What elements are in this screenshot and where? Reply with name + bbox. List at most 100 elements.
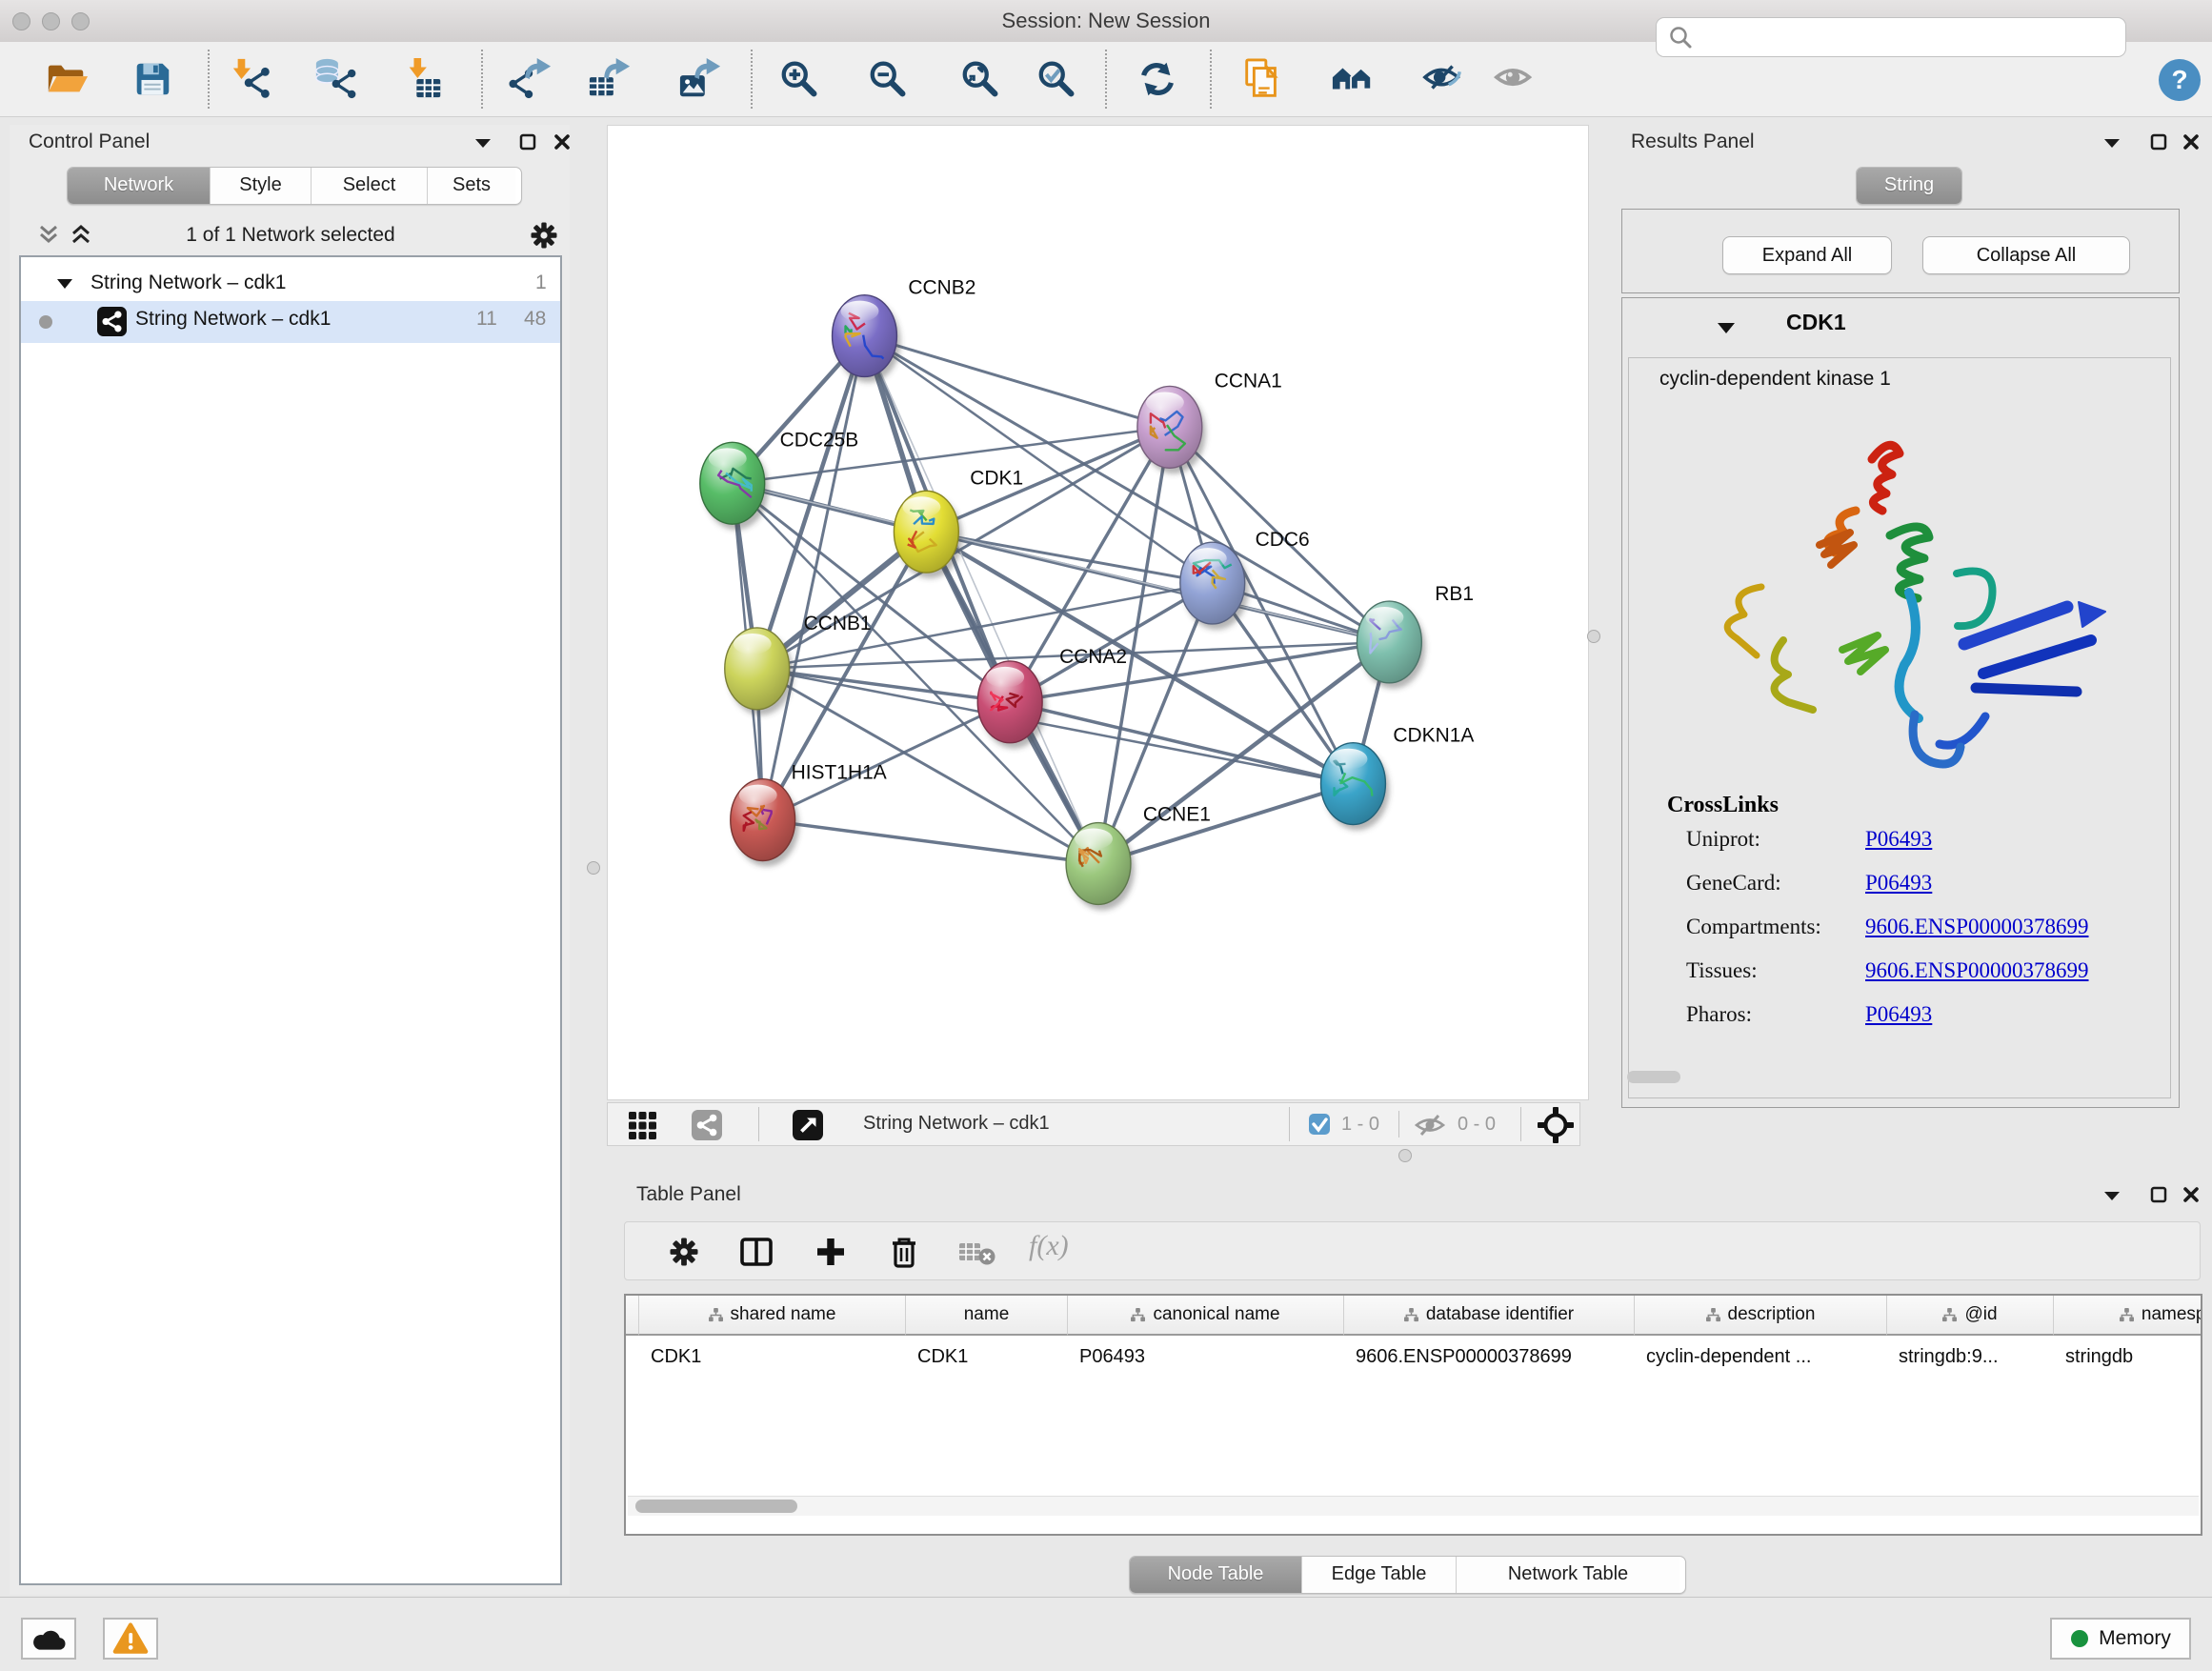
edge-HIST1H1A-CCNE1[interactable] xyxy=(763,820,1098,864)
search-input[interactable] xyxy=(1700,26,2125,50)
control-panel-float-button[interactable] xyxy=(518,132,537,156)
network-badge-icon[interactable] xyxy=(692,1110,722,1145)
delete-column-trash-icon[interactable] xyxy=(886,1234,922,1275)
export-image-button[interactable] xyxy=(678,57,722,101)
search-field[interactable] xyxy=(1656,17,2126,57)
right-splitter-handle[interactable] xyxy=(1587,630,1600,643)
open-view-icon[interactable] xyxy=(793,1110,823,1145)
warnings-button[interactable] xyxy=(103,1618,158,1660)
function-builder-icon[interactable]: f(x) xyxy=(1029,1230,1069,1262)
node-CDKN1A[interactable]: CDKN1A xyxy=(1321,725,1475,831)
zoom-selected-button[interactable] xyxy=(1036,57,1079,101)
table-cell[interactable]: cyclin-dependent ... xyxy=(1635,1336,1887,1378)
expand-all-networks-icon[interactable] xyxy=(36,222,61,252)
table-panel-menu-button[interactable] xyxy=(2101,1187,2122,1209)
grid-view-icon[interactable] xyxy=(629,1112,657,1145)
results-panel-float-button[interactable] xyxy=(2149,132,2168,156)
node-CCNE1[interactable]: CCNE1 xyxy=(1066,804,1211,911)
node-CDC6[interactable]: CDC6 xyxy=(1180,529,1310,630)
expand-all-button[interactable]: Expand All xyxy=(1722,236,1892,274)
control-panel-close-button[interactable] xyxy=(553,132,572,156)
open-session-button[interactable] xyxy=(45,57,89,101)
edge-CCNB2-CCNE1[interactable] xyxy=(864,336,1098,864)
save-session-button[interactable] xyxy=(131,57,174,101)
tab-node-table[interactable]: Node Table xyxy=(1130,1557,1302,1593)
zoom-in-button[interactable] xyxy=(778,57,822,101)
table-cell[interactable]: CDK1 xyxy=(639,1336,906,1378)
selected-checkbox-icon[interactable] xyxy=(1309,1114,1331,1140)
import-network-from-file-button[interactable] xyxy=(230,57,273,101)
show-hide-graphics-details-button[interactable] xyxy=(1421,57,1465,101)
fit-content-button[interactable] xyxy=(959,57,1003,101)
horizontal-scroll-thumb[interactable] xyxy=(1627,1071,1680,1083)
tab-string[interactable]: String xyxy=(1857,168,1961,204)
crosslink-value[interactable]: P06493 xyxy=(1865,871,1932,896)
tab-network-table[interactable]: Network Table xyxy=(1457,1557,1679,1593)
edge-CCNB2-RB1[interactable] xyxy=(864,336,1389,642)
tab-sets[interactable]: Sets xyxy=(428,168,515,204)
column-header-namespace[interactable]: namespace xyxy=(2054,1296,2202,1336)
scrollbar-thumb[interactable] xyxy=(635,1500,797,1513)
birds-eye-toggle-icon[interactable] xyxy=(1538,1107,1574,1148)
results-panel-menu-button[interactable] xyxy=(2101,134,2122,156)
tab-style[interactable]: Style xyxy=(211,168,312,204)
control-panel-menu-button[interactable] xyxy=(473,134,493,156)
table-cell[interactable]: P06493 xyxy=(1068,1336,1344,1378)
entry-collapse-triangle-icon[interactable] xyxy=(1716,319,1737,336)
table-horizontal-scrollbar[interactable] xyxy=(628,1496,2199,1516)
import-table-from-file-button[interactable] xyxy=(402,57,446,101)
edge-CDKN1A-CCNE1[interactable] xyxy=(1098,784,1353,864)
table-panel-float-button[interactable] xyxy=(2149,1185,2168,1209)
table-settings-gear-icon[interactable] xyxy=(667,1235,701,1274)
network-options-gear-icon[interactable] xyxy=(529,220,559,255)
crosslink-value[interactable]: P06493 xyxy=(1865,827,1932,852)
node-RB1[interactable]: RB1 xyxy=(1357,583,1474,689)
delete-table-icon[interactable] xyxy=(958,1239,996,1273)
crosslink-value[interactable]: 9606.ENSP00000378699 xyxy=(1865,958,2089,983)
open-in-browser-button[interactable] xyxy=(1331,57,1375,101)
table-cell[interactable]: 9606.ENSP00000378699 xyxy=(1344,1336,1635,1378)
collapse-all-button[interactable]: Collapse All xyxy=(1922,236,2130,274)
table-panel-close-button[interactable] xyxy=(2182,1185,2201,1209)
network-row-selected[interactable]: String Network – cdk1 11 48 xyxy=(21,301,560,343)
column-header-description[interactable]: description xyxy=(1635,1296,1887,1336)
column-header-database-identifier[interactable]: database identifier xyxy=(1344,1296,1635,1336)
column-header-name[interactable]: name xyxy=(906,1296,1068,1336)
left-splitter-handle[interactable] xyxy=(587,861,600,875)
export-table-button[interactable] xyxy=(588,57,632,101)
column-header-canonical-name[interactable]: canonical name xyxy=(1068,1296,1344,1336)
toggle-bird-eye-view-button[interactable] xyxy=(1493,57,1537,101)
table-row[interactable]: CDK1CDK1P064939606.ENSP00000378699cyclin… xyxy=(626,1336,2202,1378)
network-canvas[interactable]: CCNB2 CCNA1 CDC25B CDK1 CDC6 RB1 xyxy=(607,125,1589,1100)
node-HIST1H1A[interactable]: HIST1H1A xyxy=(731,762,887,867)
hidden-eye-slash-icon[interactable] xyxy=(1414,1111,1446,1144)
crosslink-value[interactable]: P06493 xyxy=(1865,1002,1932,1027)
collapse-all-networks-icon[interactable] xyxy=(69,222,93,252)
column-header-id[interactable]: @id xyxy=(1887,1296,2054,1336)
add-column-icon[interactable] xyxy=(814,1235,848,1274)
tab-edge-table[interactable]: Edge Table xyxy=(1302,1557,1457,1593)
tab-select[interactable]: Select xyxy=(312,168,428,204)
crosslink-value[interactable]: 9606.ENSP00000378699 xyxy=(1865,915,2089,939)
tab-network[interactable]: Network xyxy=(68,168,211,204)
help-button[interactable]: ? xyxy=(2159,59,2201,101)
edge-CCNB2-HIST1H1A[interactable] xyxy=(763,336,865,820)
edge-CCNA2-CDKN1A[interactable] xyxy=(1010,702,1353,784)
results-panel-close-button[interactable] xyxy=(2182,132,2201,156)
edge-CCNB2-CCNA1[interactable] xyxy=(864,336,1169,428)
node-CCNA1[interactable]: CCNA1 xyxy=(1137,370,1282,473)
cloud-button[interactable] xyxy=(21,1618,76,1660)
table-cell[interactable]: stringdb:9... xyxy=(1887,1336,2054,1378)
export-network-button[interactable] xyxy=(509,57,553,101)
memory-button[interactable]: Memory xyxy=(2050,1618,2191,1660)
zoom-out-button[interactable] xyxy=(867,57,911,101)
table-cell[interactable]: stringdb xyxy=(2054,1336,2202,1378)
node-CCNA2[interactable]: CCNA2 xyxy=(977,646,1127,749)
copy-button[interactable] xyxy=(1240,57,1284,101)
column-header-shared-name[interactable]: shared name xyxy=(639,1296,906,1336)
node-CCNB2[interactable]: CCNB2 xyxy=(833,277,976,383)
import-network-from-database-button[interactable] xyxy=(313,57,357,101)
refresh-view-button[interactable] xyxy=(1136,57,1179,101)
collapse-triangle-icon[interactable] xyxy=(55,276,74,292)
horizontal-splitter-handle[interactable] xyxy=(1398,1149,1412,1162)
